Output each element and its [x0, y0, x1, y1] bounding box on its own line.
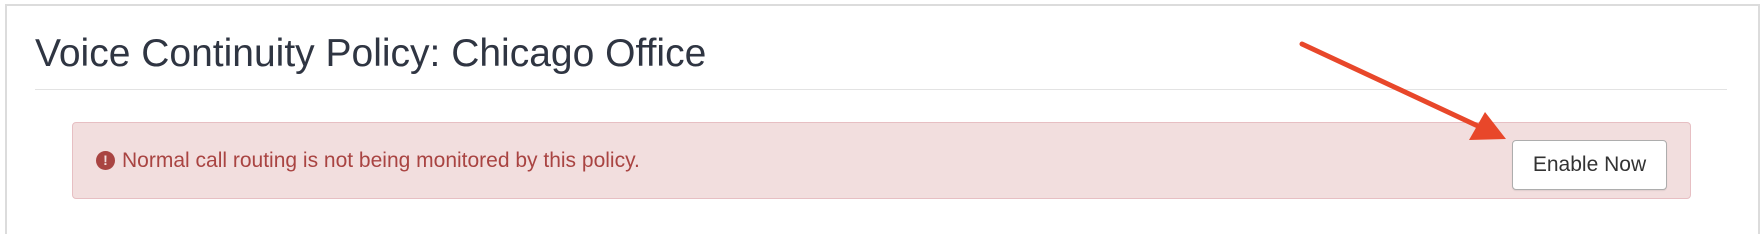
warning-alert: ! Normal call routing is not being monit…: [72, 122, 1691, 199]
enable-now-button[interactable]: Enable Now: [1512, 140, 1667, 190]
page-title: Voice Continuity Policy: Chicago Office: [35, 32, 707, 75]
title-divider: [35, 89, 1727, 90]
page: Voice Continuity Policy: Chicago Office …: [0, 0, 1762, 234]
alert-message: Normal call routing is not being monitor…: [122, 149, 640, 172]
exclamation-circle-icon: !: [96, 151, 115, 170]
